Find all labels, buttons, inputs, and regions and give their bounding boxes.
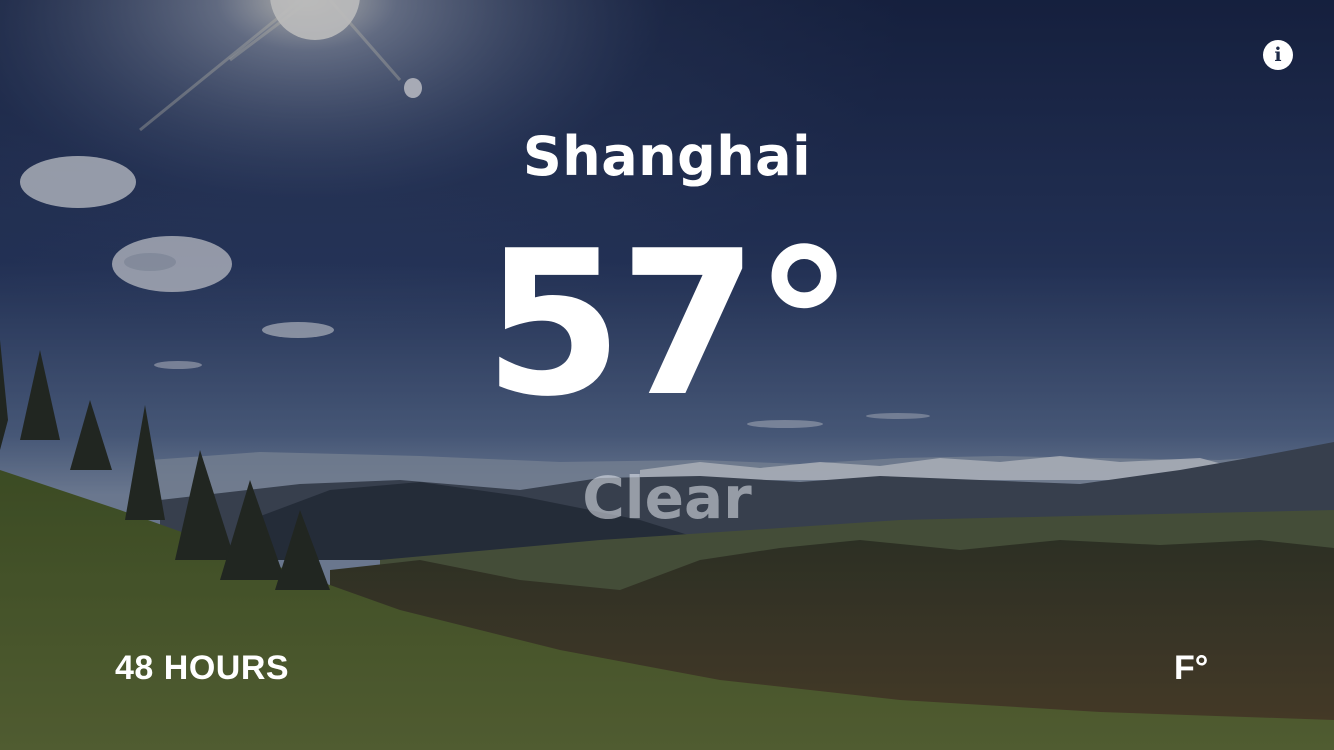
- weather-condition: Clear: [582, 464, 752, 532]
- city-name: Shanghai: [522, 125, 812, 188]
- temperature-unit-toggle[interactable]: F°: [1174, 648, 1208, 688]
- weather-app: i Shanghai 57° Clear 48 HOURS F°: [0, 0, 1334, 750]
- current-temperature: 57°: [483, 208, 854, 441]
- 48-hours-forecast-button[interactable]: 48 HOURS: [115, 648, 289, 688]
- info-button[interactable]: i: [1263, 40, 1293, 70]
- info-icon: i: [1274, 43, 1282, 66]
